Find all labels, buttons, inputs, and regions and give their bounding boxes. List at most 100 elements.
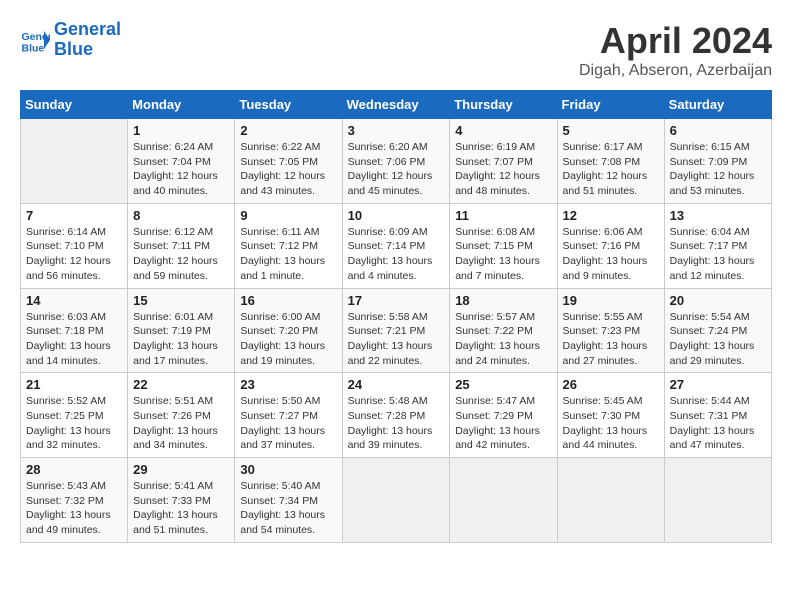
day-number: 13 [670, 208, 766, 223]
day-info: Sunrise: 6:01 AM Sunset: 7:19 PM Dayligh… [133, 310, 229, 369]
day-number: 2 [240, 123, 336, 138]
day-info: Sunrise: 6:20 AM Sunset: 7:06 PM Dayligh… [348, 140, 445, 199]
calendar-cell: 15 Sunrise: 6:01 AM Sunset: 7:19 PM Dayli… [128, 288, 235, 373]
calendar-cell: 2 Sunrise: 6:22 AM Sunset: 7:05 PM Daylig… [235, 119, 342, 204]
day-number: 18 [455, 293, 551, 308]
day-info: Sunrise: 5:43 AM Sunset: 7:32 PM Dayligh… [26, 479, 122, 538]
weekday-header-cell: Wednesday [342, 91, 450, 119]
day-info: Sunrise: 6:12 AM Sunset: 7:11 PM Dayligh… [133, 225, 229, 284]
day-number: 8 [133, 208, 229, 223]
calendar-cell: 24 Sunrise: 5:48 AM Sunset: 7:28 PM Dayli… [342, 373, 450, 458]
day-number: 30 [240, 462, 336, 477]
day-number: 15 [133, 293, 229, 308]
day-number: 12 [563, 208, 659, 223]
calendar-cell: 5 Sunrise: 6:17 AM Sunset: 7:08 PM Daylig… [557, 119, 664, 204]
day-info: Sunrise: 6:14 AM Sunset: 7:10 PM Dayligh… [26, 225, 122, 284]
calendar-cell: 29Sunrise: 5:41 AM Sunset: 7:33 PM Dayli… [128, 458, 235, 543]
calendar-cell: 27Sunrise: 5:44 AM Sunset: 7:31 PM Dayli… [664, 373, 771, 458]
day-number: 20 [670, 293, 766, 308]
logo-line1: General [54, 20, 121, 40]
calendar-cell: 10 Sunrise: 6:09 AM Sunset: 7:14 PM Dayli… [342, 203, 450, 288]
day-info: Sunrise: 5:48 AM Sunset: 7:28 PM Dayligh… [348, 394, 445, 453]
day-info: Sunrise: 6:17 AM Sunset: 7:08 PM Dayligh… [563, 140, 659, 199]
day-info: Sunrise: 5:50 AM Sunset: 7:27 PM Dayligh… [240, 394, 336, 453]
calendar-cell: 21Sunrise: 5:52 AM Sunset: 7:25 PM Dayli… [21, 373, 128, 458]
day-info: Sunrise: 5:58 AM Sunset: 7:21 PM Dayligh… [348, 310, 445, 369]
calendar-cell: 28 Sunrise: 5:43 AM Sunset: 7:32 PM Dayli… [21, 458, 128, 543]
calendar-cell [450, 458, 557, 543]
calendar-week-row: 1 Sunrise: 6:24 AM Sunset: 7:04 PM Daylig… [21, 119, 772, 204]
calendar-cell: 23 Sunrise: 5:50 AM Sunset: 7:27 PM Dayli… [235, 373, 342, 458]
calendar-cell [557, 458, 664, 543]
calendar-cell: 13 Sunrise: 6:04 AM Sunset: 7:17 PM Dayli… [664, 203, 771, 288]
day-info: Sunrise: 6:22 AM Sunset: 7:05 PM Dayligh… [240, 140, 336, 199]
day-info: Sunrise: 5:51 AM Sunset: 7:26 PM Dayligh… [133, 394, 229, 453]
day-info: Sunrise: 6:04 AM Sunset: 7:17 PM Dayligh… [670, 225, 766, 284]
calendar-week-row: 28 Sunrise: 5:43 AM Sunset: 7:32 PM Dayli… [21, 458, 772, 543]
day-info: Sunrise: 6:03 AM Sunset: 7:18 PM Dayligh… [26, 310, 122, 369]
calendar-cell: 8 Sunrise: 6:12 AM Sunset: 7:11 PM Daylig… [128, 203, 235, 288]
header: General Blue General Blue April 2024 Dig… [20, 20, 772, 80]
calendar-cell: 14 Sunrise: 6:03 AM Sunset: 7:18 PM Dayli… [21, 288, 128, 373]
calendar-cell: 19 Sunrise: 5:55 AM Sunset: 7:23 PM Dayli… [557, 288, 664, 373]
day-number: 1 [133, 123, 229, 138]
day-info: Sunrise: 5:40 AM Sunset: 7:34 PM Dayligh… [240, 479, 336, 538]
day-info: Sunrise: 5:54 AM Sunset: 7:24 PM Dayligh… [670, 310, 766, 369]
calendar-cell: 17 Sunrise: 5:58 AM Sunset: 7:21 PM Dayli… [342, 288, 450, 373]
day-number: 28 [26, 462, 122, 477]
day-number: 26 [563, 377, 659, 392]
day-number: 9 [240, 208, 336, 223]
weekday-header-cell: Thursday [450, 91, 557, 119]
calendar-cell: 3Sunrise: 6:20 AM Sunset: 7:06 PM Daylig… [342, 119, 450, 204]
calendar-cell: 9 Sunrise: 6:11 AM Sunset: 7:12 PM Daylig… [235, 203, 342, 288]
calendar-cell: 4 Sunrise: 6:19 AM Sunset: 7:07 PM Daylig… [450, 119, 557, 204]
day-info: Sunrise: 6:00 AM Sunset: 7:20 PM Dayligh… [240, 310, 336, 369]
day-number: 10 [348, 208, 445, 223]
day-number: 25 [455, 377, 551, 392]
weekday-header-row: SundayMondayTuesdayWednesdayThursdayFrid… [21, 91, 772, 119]
calendar-cell: 25 Sunrise: 5:47 AM Sunset: 7:29 PM Dayli… [450, 373, 557, 458]
location-title: Digah, Abseron, Azerbaijan [579, 62, 772, 80]
day-number: 17 [348, 293, 445, 308]
calendar-cell: 1 Sunrise: 6:24 AM Sunset: 7:04 PM Daylig… [128, 119, 235, 204]
day-number: 5 [563, 123, 659, 138]
calendar-cell [342, 458, 450, 543]
day-info: Sunrise: 6:15 AM Sunset: 7:09 PM Dayligh… [670, 140, 766, 199]
day-info: Sunrise: 6:06 AM Sunset: 7:16 PM Dayligh… [563, 225, 659, 284]
calendar-cell: 12 Sunrise: 6:06 AM Sunset: 7:16 PM Dayli… [557, 203, 664, 288]
day-info: Sunrise: 5:47 AM Sunset: 7:29 PM Dayligh… [455, 394, 551, 453]
calendar-week-row: 21Sunrise: 5:52 AM Sunset: 7:25 PM Dayli… [21, 373, 772, 458]
day-number: 19 [563, 293, 659, 308]
calendar-table: SundayMondayTuesdayWednesdayThursdayFrid… [20, 90, 772, 543]
svg-text:Blue: Blue [22, 42, 45, 54]
calendar-cell: 20 Sunrise: 5:54 AM Sunset: 7:24 PM Dayli… [664, 288, 771, 373]
calendar-cell: 6 Sunrise: 6:15 AM Sunset: 7:09 PM Daylig… [664, 119, 771, 204]
day-info: Sunrise: 6:24 AM Sunset: 7:04 PM Dayligh… [133, 140, 229, 199]
calendar-cell: 16Sunrise: 6:00 AM Sunset: 7:20 PM Dayli… [235, 288, 342, 373]
logo-line2: Blue [54, 40, 121, 60]
title-area: April 2024 Digah, Abseron, Azerbaijan [579, 20, 772, 80]
day-number: 6 [670, 123, 766, 138]
day-number: 22 [133, 377, 229, 392]
logo-icon: General Blue [20, 25, 50, 55]
day-number: 24 [348, 377, 445, 392]
weekday-header-cell: Monday [128, 91, 235, 119]
calendar-cell: 30 Sunrise: 5:40 AM Sunset: 7:34 PM Dayli… [235, 458, 342, 543]
calendar-body: 1 Sunrise: 6:24 AM Sunset: 7:04 PM Daylig… [21, 119, 772, 543]
calendar-cell: 22 Sunrise: 5:51 AM Sunset: 7:26 PM Dayli… [128, 373, 235, 458]
day-info: Sunrise: 5:55 AM Sunset: 7:23 PM Dayligh… [563, 310, 659, 369]
day-number: 23 [240, 377, 336, 392]
calendar-week-row: 7Sunrise: 6:14 AM Sunset: 7:10 PM Daylig… [21, 203, 772, 288]
calendar-cell: 26Sunrise: 5:45 AM Sunset: 7:30 PM Dayli… [557, 373, 664, 458]
calendar-cell: 7Sunrise: 6:14 AM Sunset: 7:10 PM Daylig… [21, 203, 128, 288]
day-number: 29 [133, 462, 229, 477]
day-number: 14 [26, 293, 122, 308]
day-number: 27 [670, 377, 766, 392]
day-number: 4 [455, 123, 551, 138]
weekday-header-cell: Saturday [664, 91, 771, 119]
day-info: Sunrise: 5:52 AM Sunset: 7:25 PM Dayligh… [26, 394, 122, 453]
day-number: 11 [455, 208, 551, 223]
day-info: Sunrise: 6:19 AM Sunset: 7:07 PM Dayligh… [455, 140, 551, 199]
day-info: Sunrise: 6:09 AM Sunset: 7:14 PM Dayligh… [348, 225, 445, 284]
day-info: Sunrise: 6:11 AM Sunset: 7:12 PM Dayligh… [240, 225, 336, 284]
